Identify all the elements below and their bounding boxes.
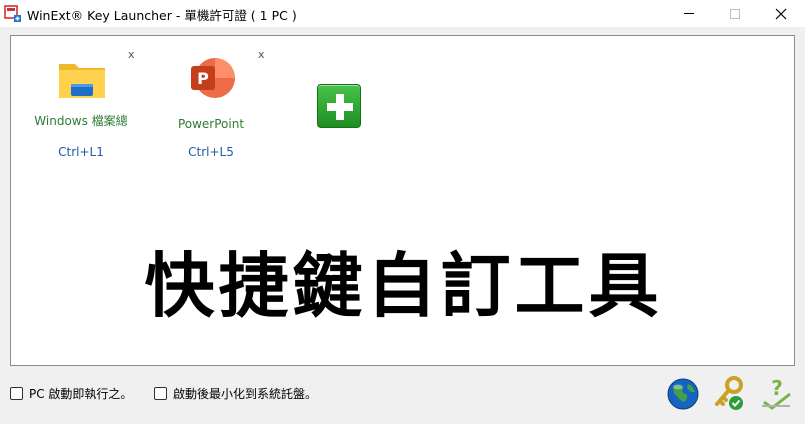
title-bar[interactable]: WinExt® Key Launcher - 單機許可證 ( 1 PC ) bbox=[0, 0, 805, 27]
launcher-name: PowerPoint bbox=[177, 117, 245, 131]
app-window: WinExt® Key Launcher - 單機許可證 ( 1 PC ) x … bbox=[0, 0, 805, 424]
help-icon[interactable]: ? bbox=[760, 376, 794, 412]
launcher-name: Windows 檔案總 bbox=[34, 114, 128, 128]
svg-text:P: P bbox=[197, 69, 209, 88]
key-icon[interactable] bbox=[712, 376, 746, 412]
autostart-label: PC 啟動即執行之。 bbox=[29, 387, 133, 401]
launcher-shortcut: Ctrl+L1 bbox=[58, 145, 104, 159]
maximize-button[interactable] bbox=[712, 0, 758, 27]
powerpoint-icon: P bbox=[191, 58, 235, 98]
banner-title: 快捷鍵自訂工具 bbox=[144, 245, 663, 327]
app-launcher-icon bbox=[4, 5, 21, 22]
launcher-shortcut: Ctrl+L5 bbox=[188, 145, 234, 159]
launcher-item-windows-explorer[interactable]: x Windows 檔案總 Ctrl+L1 bbox=[11, 36, 151, 176]
minimize-to-tray-checkbox[interactable] bbox=[154, 387, 167, 400]
folder-icon bbox=[59, 64, 105, 98]
window-title: WinExt® Key Launcher - 單機許可證 ( 1 PC ) bbox=[27, 8, 297, 23]
minimize-icon bbox=[684, 13, 694, 14]
remove-launcher-button[interactable]: x bbox=[258, 48, 265, 61]
remove-launcher-button[interactable]: x bbox=[128, 48, 135, 61]
minimize-button[interactable] bbox=[666, 0, 712, 27]
autostart-checkbox[interactable] bbox=[10, 387, 23, 400]
globe-icon[interactable] bbox=[666, 376, 700, 412]
launcher-panel: x Windows 檔案總 Ctrl+L1 P x PowerPoint Ctr… bbox=[10, 35, 795, 366]
add-launcher-button[interactable] bbox=[317, 84, 361, 128]
autostart-option[interactable]: PC 啟動即執行之。 bbox=[10, 385, 132, 402]
close-icon bbox=[775, 8, 787, 19]
minimize-to-tray-option[interactable]: 啟動後最小化到系統託盤。 bbox=[154, 385, 317, 402]
close-button[interactable] bbox=[758, 0, 804, 27]
maximize-icon bbox=[730, 8, 740, 19]
minimize-to-tray-label: 啟動後最小化到系統託盤。 bbox=[173, 387, 318, 401]
launcher-item-powerpoint[interactable]: P x PowerPoint Ctrl+L5 bbox=[141, 36, 281, 176]
svg-text:?: ? bbox=[771, 376, 783, 400]
